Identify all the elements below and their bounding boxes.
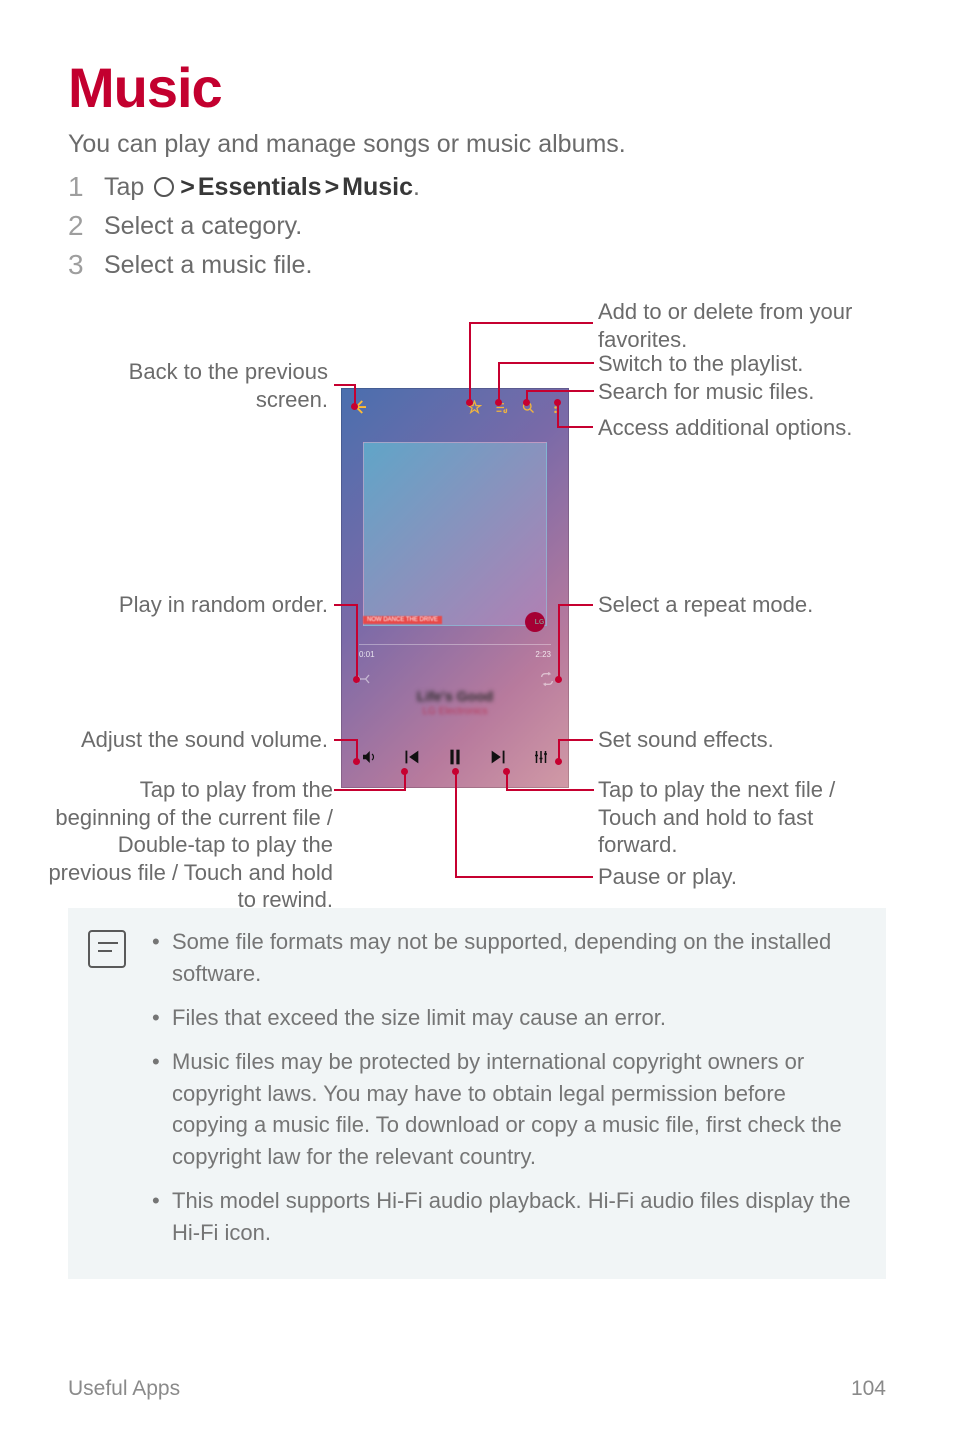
- callout-pause: Pause or play.: [598, 863, 888, 891]
- sound-effects-icon[interactable]: [530, 746, 552, 768]
- callout-effects: Set sound effects.: [598, 726, 888, 754]
- note-item: Some file formats may not be supported, …: [152, 926, 866, 990]
- steps-list: Tap >Essentials>Music. Select a category…: [68, 173, 886, 280]
- step1-pre: Tap: [104, 173, 151, 201]
- next-track-icon[interactable]: [486, 744, 512, 770]
- total-time: 2:23: [535, 650, 551, 659]
- elapsed-time: 0:01: [359, 650, 375, 659]
- lg-logo-icon: [525, 612, 545, 632]
- callout-favorites: Add to or delete from your favorites.: [598, 298, 888, 353]
- callout-playlist: Switch to the playlist.: [598, 350, 888, 378]
- pause-play-icon[interactable]: [442, 744, 468, 770]
- repeat-icon[interactable]: [539, 671, 555, 687]
- step-1: Tap >Essentials>Music.: [68, 173, 886, 202]
- note-box: Some file formats may not be supported, …: [68, 908, 886, 1279]
- callout-shuffle: Play in random order.: [68, 591, 328, 619]
- note-icon: [88, 930, 126, 968]
- callout-back-screen: Back to the previous screen.: [68, 358, 328, 413]
- callout-next: Tap to play the next file / Touch and ho…: [598, 776, 888, 859]
- step-2: Select a category.: [68, 212, 886, 241]
- song-artist: LG Electronics: [341, 706, 569, 717]
- album-art: [363, 442, 547, 626]
- note-item: Files that exceed the size limit may cau…: [152, 1002, 866, 1034]
- note-list: Some file formats may not be supported, …: [152, 926, 866, 1261]
- song-title: Life's Good: [341, 688, 569, 704]
- annotated-screenshot: NOW DANCE THE DRIVE 0:01 2:23 Life's Goo…: [68, 298, 886, 888]
- step-3: Select a music file.: [68, 251, 886, 280]
- note-item: This model supports Hi-Fi audio playback…: [152, 1185, 866, 1249]
- callout-search: Search for music files.: [598, 378, 888, 406]
- page-footer: Useful Apps 104: [68, 1377, 886, 1401]
- note-item: Music files may be protected by internat…: [152, 1046, 866, 1174]
- playback-timeline[interactable]: [359, 644, 551, 645]
- callout-previous: Tap to play from the beginning of the cu…: [43, 776, 333, 914]
- now-playing-tag: NOW DANCE THE DRIVE: [363, 616, 442, 624]
- intro-text: You can play and manage songs or music a…: [68, 130, 886, 159]
- callout-repeat: Select a repeat mode.: [598, 591, 888, 619]
- home-circle-icon: [154, 177, 174, 197]
- previous-track-icon[interactable]: [398, 744, 424, 770]
- footer-page-number: 104: [851, 1377, 886, 1401]
- callout-options: Access additional options.: [598, 414, 888, 442]
- step1-post: .: [413, 173, 420, 201]
- callout-volume: Adjust the sound volume.: [68, 726, 328, 754]
- footer-section: Useful Apps: [68, 1377, 180, 1401]
- step1-path1: Essentials: [198, 173, 322, 201]
- page-title: Music: [68, 55, 886, 120]
- volume-icon[interactable]: [358, 746, 380, 768]
- step1-path2: Music: [342, 173, 413, 201]
- music-player-screenshot: NOW DANCE THE DRIVE 0:01 2:23 Life's Goo…: [341, 388, 569, 788]
